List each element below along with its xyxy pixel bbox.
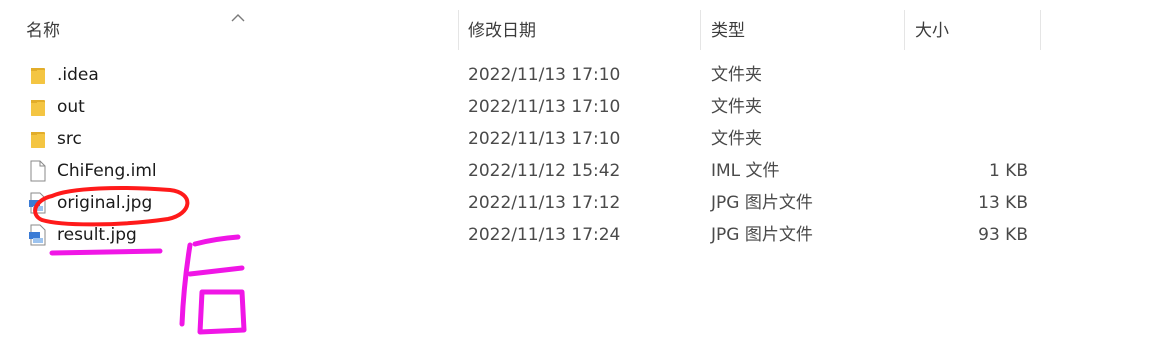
file-type: 文件夹 [711, 65, 762, 85]
file-modified-date: 2022/11/13 17:12 [468, 193, 621, 213]
jpg-image-icon [29, 224, 46, 246]
file-type: 文件夹 [711, 97, 762, 117]
handwritten-character [179, 234, 247, 335]
file-row-src[interactable]: src 2022/11/13 17:10 文件夹 [0, 123, 1163, 155]
column-header-date[interactable]: 修改日期 [468, 10, 536, 50]
file-size [860, 91, 1028, 123]
column-header-type[interactable]: 类型 [711, 10, 745, 50]
file-row-out[interactable]: out 2022/11/13 17:10 文件夹 [0, 91, 1163, 123]
file-row-idea[interactable]: .idea 2022/11/13 17:10 文件夹 [0, 59, 1163, 91]
column-divider[interactable] [700, 10, 701, 50]
file-name: ChiFeng.iml [57, 161, 157, 181]
file-row-original-jpg[interactable]: original.jpg 2022/11/13 17:12 JPG 图片文件 1… [0, 187, 1163, 219]
file-name: src [57, 129, 82, 149]
folder-icon [31, 68, 45, 84]
jpg-image-icon [29, 192, 46, 214]
file-type: IML 文件 [711, 161, 780, 181]
file-modified-date: 2022/11/13 17:10 [468, 129, 621, 149]
column-header-row: 名称 修改日期 类型 大小 [0, 10, 1163, 50]
file-modified-date: 2022/11/13 17:10 [468, 65, 621, 85]
file-row-result-jpg[interactable]: result.jpg 2022/11/13 17:24 JPG 图片文件 93 … [0, 219, 1163, 251]
file-modified-date: 2022/11/13 17:10 [468, 97, 621, 117]
folder-icon [31, 100, 45, 116]
sort-ascending-icon[interactable] [231, 13, 245, 23]
file-name: original.jpg [57, 193, 153, 213]
file-modified-date: 2022/11/13 17:24 [468, 225, 621, 245]
file-size: 13 KB [978, 193, 1028, 213]
file-modified-date: 2022/11/12 15:42 [468, 161, 621, 181]
column-header-size[interactable]: 大小 [915, 10, 949, 50]
column-divider[interactable] [904, 10, 905, 50]
file-icon [30, 160, 46, 182]
file-name: out [57, 97, 85, 117]
column-divider[interactable] [1040, 10, 1041, 50]
file-size [860, 123, 1028, 155]
file-name: result.jpg [57, 225, 137, 245]
file-row-chifeng-iml[interactable]: ChiFeng.iml 2022/11/12 15:42 IML 文件 1 KB [0, 155, 1163, 187]
file-list: .idea 2022/11/13 17:10 文件夹 out 2022/11/1… [0, 59, 1163, 251]
file-size: 93 KB [978, 225, 1028, 245]
file-type: JPG 图片文件 [711, 225, 813, 245]
file-type: JPG 图片文件 [711, 193, 813, 213]
file-size: 1 KB [988, 161, 1028, 181]
column-header-name[interactable]: 名称 [26, 10, 60, 50]
file-name: .idea [57, 65, 99, 85]
column-divider[interactable] [458, 10, 459, 50]
file-size [860, 59, 1028, 91]
file-explorer: 名称 修改日期 类型 大小 .idea 2022/11/13 17:10 文件夹 [0, 0, 1163, 347]
folder-icon [31, 132, 45, 148]
file-type: 文件夹 [711, 129, 762, 149]
magenta-underline-annotation [49, 248, 163, 256]
